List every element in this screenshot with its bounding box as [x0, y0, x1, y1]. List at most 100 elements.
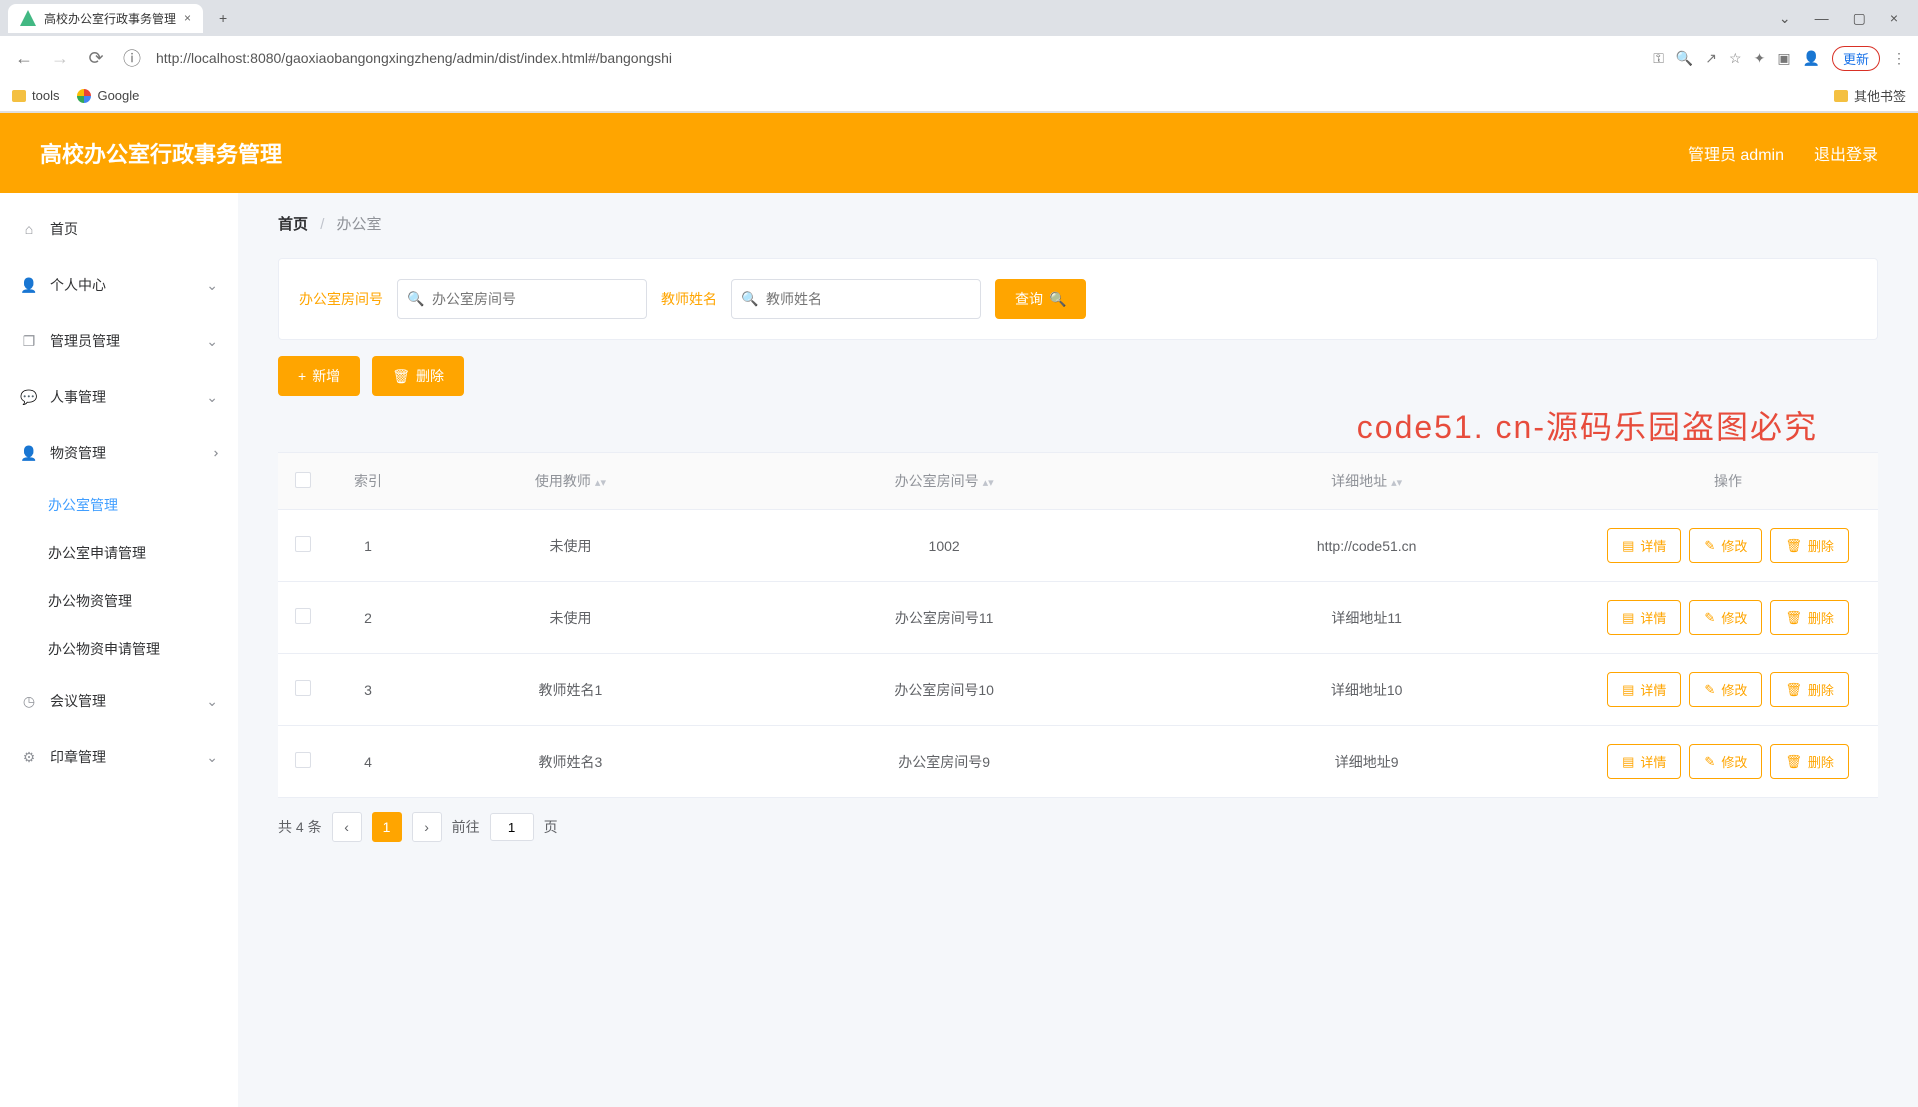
edit-icon: ✎: [1704, 538, 1715, 554]
window-controls: ⌄ — ▢ ×: [1779, 10, 1910, 27]
detail-button[interactable]: ▤ 详情: [1607, 528, 1681, 563]
bookmarks-bar: tools Google 其他书签: [0, 80, 1918, 112]
cell-room: 1002: [733, 510, 1155, 582]
user-info[interactable]: 管理员 admin: [1688, 141, 1784, 165]
edit-button[interactable]: ✎ 修改: [1689, 600, 1762, 635]
edit-button[interactable]: ✎ 修改: [1689, 744, 1762, 779]
chevron-down-icon[interactable]: ⌄: [1779, 10, 1791, 27]
sidebar-sub-office-apply[interactable]: 办公室申请管理: [0, 529, 238, 577]
back-icon[interactable]: ←: [12, 48, 36, 69]
cell-index: 2: [328, 582, 408, 654]
pagination: 共 4 条 ‹ 1 › 前往 页: [278, 812, 1878, 842]
col-address[interactable]: 详细地址▴▾: [1155, 453, 1578, 510]
bookmark-google[interactable]: Google: [77, 88, 139, 103]
row-checkbox[interactable]: [295, 608, 311, 624]
maximize-icon[interactable]: ▢: [1853, 10, 1866, 27]
cell-index: 1: [328, 510, 408, 582]
star-icon[interactable]: ☆: [1729, 50, 1742, 67]
detail-button[interactable]: ▤ 详情: [1607, 600, 1681, 635]
teacher-input[interactable]: [731, 279, 981, 319]
row-delete-button[interactable]: 🗑 删除: [1770, 744, 1849, 779]
close-window-icon[interactable]: ×: [1890, 10, 1898, 27]
page-suffix: 页: [544, 817, 558, 837]
row-delete-button[interactable]: 🗑 删除: [1770, 528, 1849, 563]
col-index: 索引: [328, 453, 408, 510]
sidebar-item-materials[interactable]: 👤物资管理⌃: [0, 425, 238, 481]
row-checkbox[interactable]: [295, 752, 311, 768]
info-icon[interactable]: ⓘ: [120, 45, 144, 71]
forward-icon[interactable]: →: [48, 48, 72, 69]
search-icon[interactable]: 🔍: [1676, 50, 1693, 67]
logout-link[interactable]: 退出登录: [1814, 141, 1878, 165]
reload-icon[interactable]: ⟳: [84, 48, 108, 69]
edit-button[interactable]: ✎ 修改: [1689, 528, 1762, 563]
row-delete-button[interactable]: 🗑 删除: [1770, 672, 1849, 707]
copy-icon: ❐: [20, 333, 38, 350]
folder-icon: [1834, 90, 1848, 102]
room-input[interactable]: [397, 279, 647, 319]
sidebar-toggle-icon[interactable]: ▣: [1777, 50, 1790, 67]
extension-icon[interactable]: ✦: [1754, 50, 1766, 67]
sidebar-item-seal[interactable]: ⚙印章管理⌄: [0, 729, 238, 785]
update-button[interactable]: 更新: [1832, 46, 1880, 71]
sidebar-item-profile[interactable]: 👤个人中心⌄: [0, 257, 238, 313]
cell-address: http://code51.cn: [1155, 510, 1578, 582]
url-text[interactable]: http://localhost:8080/gaoxiaobangongxing…: [156, 50, 1641, 66]
row-checkbox[interactable]: [295, 536, 311, 552]
breadcrumb-home[interactable]: 首页: [278, 216, 308, 233]
browser-tab[interactable]: 高校办公室行政事务管理 ×: [8, 4, 203, 33]
detail-button[interactable]: ▤ 详情: [1607, 744, 1681, 779]
share-icon[interactable]: ↗: [1705, 50, 1717, 67]
sidebar-item-meeting[interactable]: ◷会议管理⌄: [0, 673, 238, 729]
trash-icon: 🗑: [392, 368, 410, 385]
minimize-icon[interactable]: —: [1815, 10, 1829, 27]
delete-button[interactable]: 🗑 删除: [372, 356, 464, 396]
edit-icon: ✎: [1704, 754, 1715, 770]
room-label: 办公室房间号: [299, 289, 383, 309]
search-button[interactable]: 查询 🔍: [995, 279, 1086, 319]
col-ops: 操作: [1578, 453, 1878, 510]
search-icon: 🔍: [741, 291, 758, 308]
menu-icon[interactable]: ⋮: [1892, 50, 1906, 67]
page-1-button[interactable]: 1: [372, 812, 402, 842]
key-icon[interactable]: ⚿: [1653, 50, 1664, 67]
col-room[interactable]: 办公室房间号▴▾: [733, 453, 1155, 510]
home-icon: ⌂: [20, 221, 38, 237]
table-row: 3 教师姓名1 办公室房间号10 详细地址10 ▤ 详情 ✎ 修改 🗑 删除: [278, 654, 1878, 726]
sidebar-sub-supplies-apply[interactable]: 办公物资申请管理: [0, 625, 238, 673]
next-page-button[interactable]: ›: [412, 812, 442, 842]
sidebar-item-hr[interactable]: 💬人事管理⌄: [0, 369, 238, 425]
close-icon[interactable]: ×: [184, 11, 191, 25]
prev-page-button[interactable]: ‹: [332, 812, 362, 842]
cell-address: 详细地址10: [1155, 654, 1578, 726]
teacher-label: 教师姓名: [661, 289, 717, 309]
sidebar: ⌂首页 👤个人中心⌄ ❐管理员管理⌄ 💬人事管理⌄ 👤物资管理⌃ 办公室管理 办…: [0, 193, 238, 1107]
bookmark-tools[interactable]: tools: [12, 88, 59, 103]
new-tab-button[interactable]: +: [211, 6, 235, 30]
trash-icon: 🗑: [1785, 610, 1802, 626]
sort-icon: ▴▾: [1391, 480, 1402, 486]
search-icon: 🔍: [407, 291, 424, 308]
action-bar: + 新增 🗑 删除: [278, 356, 1878, 396]
user-icon: 👤: [20, 277, 38, 294]
goto-input[interactable]: [490, 813, 534, 841]
sidebar-item-home[interactable]: ⌂首页: [0, 201, 238, 257]
profile-icon[interactable]: 👤: [1803, 50, 1820, 67]
trash-icon: 🗑: [1785, 682, 1802, 698]
bookmark-other[interactable]: 其他书签: [1834, 86, 1906, 105]
sidebar-item-admin[interactable]: ❐管理员管理⌄: [0, 313, 238, 369]
detail-button[interactable]: ▤ 详情: [1607, 672, 1681, 707]
chevron-down-icon: ⌄: [206, 277, 218, 294]
row-checkbox[interactable]: [295, 680, 311, 696]
sidebar-sub-supplies[interactable]: 办公物资管理: [0, 577, 238, 625]
address-bar: ← → ⟳ ⓘ http://localhost:8080/gaoxiaoban…: [0, 36, 1918, 80]
plus-icon: +: [298, 368, 306, 384]
chat-icon: 💬: [20, 389, 38, 406]
col-teacher[interactable]: 使用教师▴▾: [408, 453, 733, 510]
select-all-checkbox[interactable]: [295, 472, 311, 488]
trash-icon: 🗑: [1785, 754, 1802, 770]
sidebar-sub-office[interactable]: 办公室管理: [0, 481, 238, 529]
edit-button[interactable]: ✎ 修改: [1689, 672, 1762, 707]
add-button[interactable]: + 新增: [278, 356, 360, 396]
row-delete-button[interactable]: 🗑 删除: [1770, 600, 1849, 635]
